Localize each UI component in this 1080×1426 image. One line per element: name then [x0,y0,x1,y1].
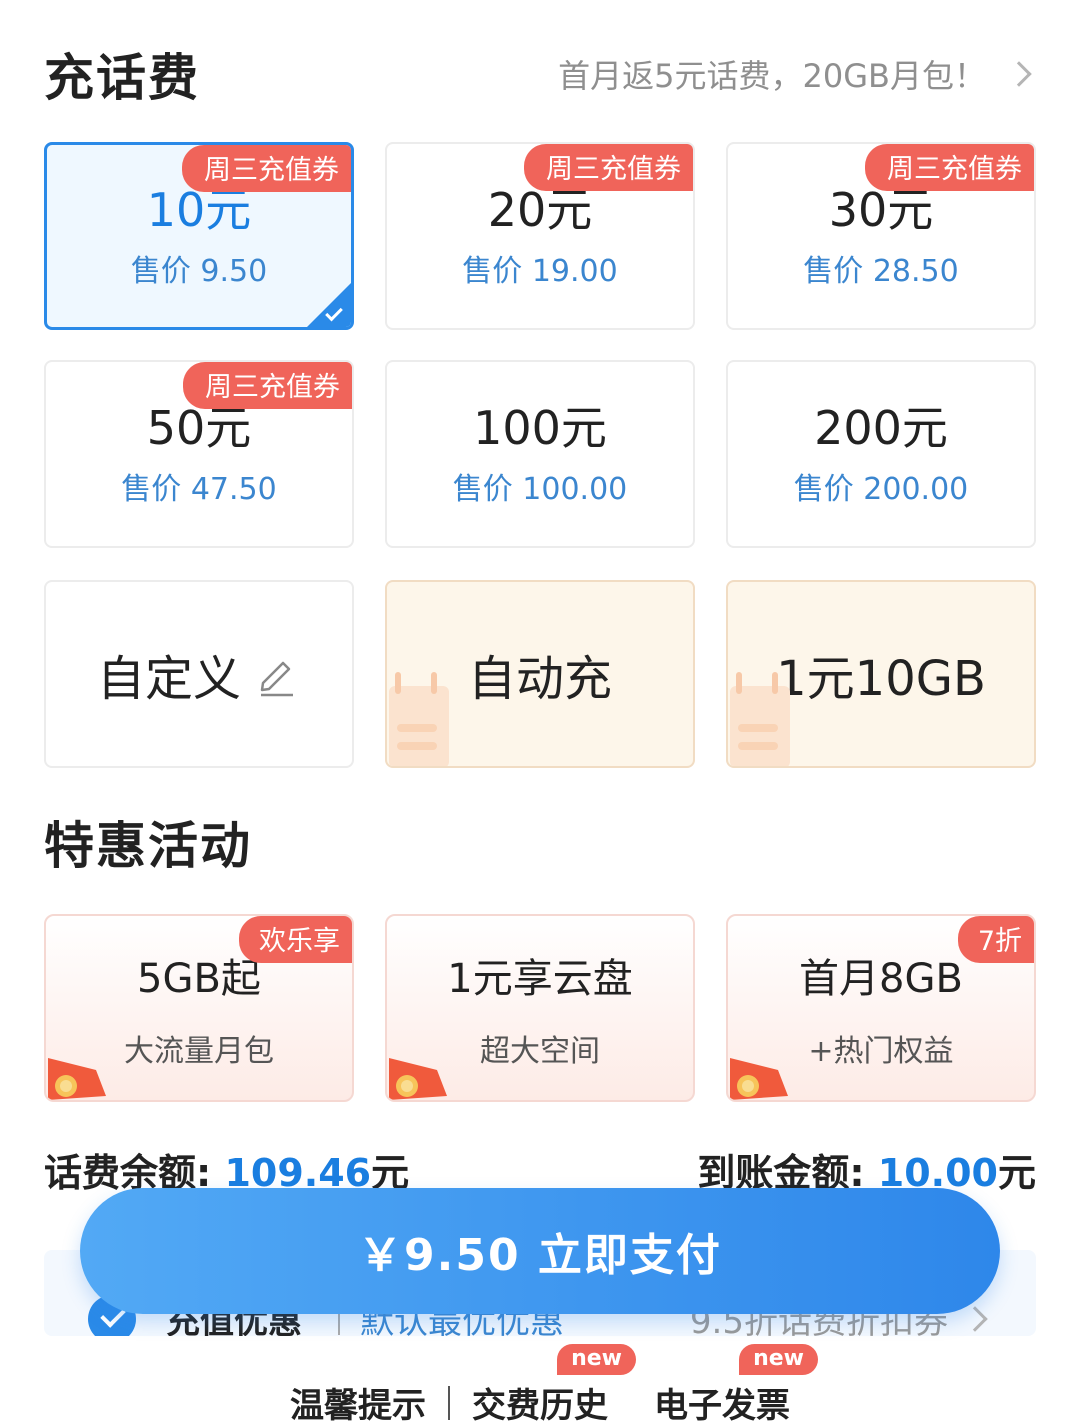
chevron-right-icon [1006,61,1032,87]
activity-card-data-pack[interactable]: 欢乐享 5GB起 大流量月包 [44,914,354,1102]
coupon-tag: 周三充值券 [865,144,1034,191]
pencil-icon [260,661,293,697]
page-title: 充话费 [44,49,200,107]
new-badge: new [557,1344,636,1375]
coupon-tag: 周三充值券 [183,362,352,409]
recharge-grid: 周三充值券 10元 售价 9.50 周三充值券 20元 售价 19.00 周三充… [44,142,1036,548]
auto-recharge-label: 自动充 [467,651,612,707]
pay-now-button[interactable]: ￥9.50 立即支付 [80,1188,1000,1314]
coupon-tag: 周三充值券 [524,144,693,191]
auto-recharge-button[interactable]: 自动充 [385,580,695,768]
calendar-icon [389,672,449,766]
recharge-header: 充话费 首月返5元话费，20GB月包！ [44,38,1036,110]
promo-text: 首月返5元话费，20GB月包！ [558,57,986,95]
activity-tag: 7折 [957,916,1034,963]
recharge-option-20[interactable]: 周三充值券 20元 售价 19.00 [385,142,695,330]
activity-card-first-month[interactable]: 7折 首月8GB +热门权益 [726,914,1036,1102]
recharge-price: 售价 100.00 [452,471,628,507]
chevron-right-icon [962,1305,988,1332]
history-label: 交费历史 [472,1386,608,1426]
activity-subtitle: 超大空间 [480,1034,600,1069]
activities-grid: 欢乐享 5GB起 大流量月包 1元享云盘 超大空间 7折 首月8GB +热门权益 [44,914,1036,1102]
activity-tag: 欢乐享 [239,916,352,963]
custom-amount-button[interactable]: 自定义 [44,580,354,768]
red-envelope-icon [48,1058,106,1100]
activities-header: 特惠活动 [44,806,1036,878]
recharge-price: 售价 28.50 [803,253,959,289]
bottom-links: 温馨提示 交费历史 new 电子发票 new [0,1344,1080,1426]
activity-title: 首月8GB [799,956,963,1002]
activity-card-cloud-disk[interactable]: 1元享云盘 超大空间 [385,914,695,1102]
payment-history-link[interactable]: 交费历史 new [464,1344,636,1426]
red-envelope-icon [389,1058,447,1100]
activity-subtitle: 大流量月包 [124,1034,274,1069]
recharge-price: 售价 19.00 [462,253,618,289]
activity-title: 1元享云盘 [447,956,633,1002]
selected-corner [307,283,351,327]
recharge-option-100[interactable]: 100元 售价 100.00 [385,360,695,548]
divider [448,1385,450,1420]
recharge-price: 售价 200.00 [793,471,969,507]
new-badge: new [739,1344,818,1375]
promo-link[interactable]: 首月返5元话费，20GB月包！ [558,51,1036,97]
activities-title: 特惠活动 [44,817,252,875]
invoice-label: 电子发票 [654,1386,790,1426]
recharge-option-10[interactable]: 周三充值券 10元 售价 9.50 [44,142,354,330]
recharge-option-50[interactable]: 周三充值券 50元 售价 47.50 [44,360,354,548]
calendar-icon [730,672,790,766]
recharge-price: 售价 9.50 [130,253,268,289]
activity-subtitle: +热门权益 [808,1034,954,1069]
recharge-price: 售价 47.50 [121,471,277,507]
recharge-amount: 100元 [473,401,607,456]
red-envelope-icon [730,1058,788,1100]
custom-label: 自定义 [96,651,241,707]
recharge-option-200[interactable]: 200元 售价 200.00 [726,360,1036,548]
e-invoice-link[interactable]: 电子发票 new [646,1344,818,1426]
arrival-unit: 元 [997,1151,1036,1195]
recharge-amount: 200元 [814,401,948,456]
activity-title: 5GB起 [137,956,261,1002]
tips-link[interactable]: 温馨提示 [282,1378,434,1426]
data-deal-button[interactable]: 1元10GB [726,580,1036,768]
recharge-option-30[interactable]: 周三充值券 30元 售价 28.50 [726,142,1036,330]
extra-options-row: 自定义 自动充 1元10GB [44,580,1036,768]
coupon-tag: 周三充值券 [182,145,351,192]
data-deal-label: 1元10GB [776,651,986,707]
